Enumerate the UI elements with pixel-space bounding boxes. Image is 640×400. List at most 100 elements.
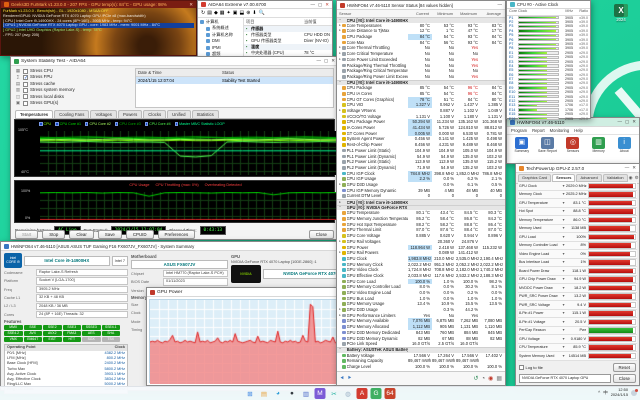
taskbar-icon[interactable]: G (371, 388, 382, 399)
sensor-status-window[interactable]: HWiNFO64 v7.46-5110 Sensor Status [84 va… (336, 0, 506, 386)
legend-entry[interactable]: CPU Core #4 (145, 121, 171, 127)
legend-checkbox[interactable] (175, 122, 179, 126)
log-row[interactable]: 2024/1/15 12:07:04 Stability Test Starte… (136, 77, 333, 84)
toolbar-icon[interactable]: ▣ (233, 10, 238, 16)
maximize-icon[interactable]: ▢ (625, 119, 629, 125)
col-item[interactable]: 项目 (246, 19, 304, 24)
gpuz-sensor-row[interactable]: Hot Spot ▼ 88.8 °C (518, 208, 637, 217)
gpuz-sensor-row[interactable]: Memory Used ▼ 1138 MB (518, 225, 637, 234)
gpuz-sensor-row[interactable]: GPU Clock ▼ 2029.0 MHz (518, 182, 637, 191)
gpuz-titlebar[interactable]: TechPowerUp GPU-Z 2.57.0 — ✕ (516, 164, 639, 173)
footer-nav-icon[interactable]: ⯈ (347, 373, 352, 385)
toolbar-icon[interactable]: ▦ (220, 10, 225, 16)
stress-checkbox[interactable] (23, 82, 28, 87)
graph-tab[interactable]: Unified (167, 110, 190, 118)
legend-checkbox[interactable] (55, 122, 59, 126)
reset-button[interactable]: Reset (613, 363, 636, 372)
toolbar-icon[interactable]: ↻ (201, 10, 205, 16)
gpuz-sensor-row[interactable]: Memory Temperature ▼ 86.0 °C (518, 216, 637, 225)
graph-tab[interactable]: Temperatures (15, 110, 53, 118)
toolbar-icon[interactable]: ⬇ (252, 10, 256, 16)
stress-option[interactable]: ▣ Stress GPU(s) (15, 100, 131, 106)
stress-checkbox[interactable] (23, 69, 28, 74)
menu-item[interactable]: Program (511, 127, 527, 134)
gpuz-sensor-row[interactable]: PWR_SRC Power Draw ▼ 13.2 W (518, 293, 637, 302)
stability-button[interactable]: CPUID (126, 230, 154, 239)
menu-item[interactable]: Report (532, 127, 545, 134)
core-clock-titlebar[interactable]: CPU #0 - Active Clock (507, 1, 590, 9)
gpuz-window[interactable]: TechPowerUp GPU-Z 2.57.0 — ✕ Graphics Ca… (515, 163, 640, 386)
taskbar-icon[interactable]: ◍ (343, 388, 354, 399)
gpuz-sensor-row[interactable]: PerfCap Reason ▼ Pwr (518, 327, 637, 336)
gpuz-sensor-row[interactable]: CPU Temperature ▼ 85.9 °C (518, 344, 637, 353)
stability-titlebar[interactable]: System Stability Test - AIDA64 — ▢ ✕ (11, 57, 338, 66)
sensor-row[interactable]: Current DTM Level 0 0 0 0 (337, 193, 505, 199)
sensors-titlebar[interactable]: HWiNFO64 v7.46-5110 Sensor Status [84 va… (337, 1, 505, 10)
stability-button[interactable]: Clear (69, 230, 94, 239)
taskbar-icon[interactable]: M (315, 388, 326, 399)
menu-item[interactable]: Help (574, 127, 583, 134)
menu-item[interactable]: Monitoring (550, 127, 570, 134)
stability-button[interactable]: Preferences (158, 230, 196, 239)
close-icon[interactable]: ✕ (331, 58, 335, 64)
gpuz-sensor-row[interactable]: GPU Load ▼ 100% (518, 233, 637, 242)
gpuz-sensor-row[interactable]: 8-Pin #1 Voltage ▼ 20.5 V (518, 318, 637, 327)
legend-checkbox[interactable] (39, 122, 43, 126)
close-button[interactable]: Close (613, 374, 636, 383)
gpuz-sensor-row[interactable]: Video Engine Load ▼ 0% (518, 250, 637, 259)
summary-titlebar[interactable]: HWiNFO64 v7.46-5110 [ASUS ASUS TUF Gamin… (1, 242, 375, 251)
footer-tool-icon[interactable]: ▦ (496, 373, 502, 385)
close-icon[interactable]: ✕ (325, 2, 329, 8)
graph-tab[interactable]: Voltages (90, 110, 117, 118)
minimize-icon[interactable]: — (310, 2, 315, 8)
stress-checkbox[interactable] (23, 94, 28, 99)
toolbar-button[interactable]: i About (613, 137, 635, 154)
toolbar-icon[interactable]: ⬓ (239, 10, 244, 16)
gpuz-sensor-row[interactable]: GPU Chip Power Draw ▼ 94.9 W (518, 276, 637, 285)
toolbar-icon[interactable]: ▤ (207, 10, 212, 16)
aida64-titlebar[interactable]: AIDA64 Extreme v7.00.6700 — ▢ ✕ (198, 1, 332, 9)
legend-entry[interactable]: CPU Core #1 (55, 121, 81, 127)
toolbar-icon[interactable]: ◆ (214, 10, 218, 16)
maximize-icon[interactable]: ▢ (324, 58, 328, 64)
col-minimum[interactable]: Minimum (431, 10, 455, 17)
gpuz-sensor-row[interactable]: MVDDC Power Draw ▼ 18.2 W (518, 284, 637, 293)
legend-checkbox[interactable] (145, 122, 149, 126)
stability-button[interactable]: Start (15, 230, 38, 239)
toolbar-button[interactable]: ◫ Save Report (537, 137, 559, 154)
graph-tab[interactable]: Statistics (192, 110, 219, 118)
gpuz-sensor-row[interactable]: Bus Interface Load ▼ 1% (518, 259, 637, 268)
toolbar-button[interactable]: ▣ Summary (511, 137, 533, 154)
legend-entry[interactable]: CPU Core #2 (85, 121, 111, 127)
footer-nav-icon[interactable]: ⯇ (340, 373, 345, 385)
toolbar-icon[interactable]: 🔍 (259, 10, 265, 16)
minimize-icon[interactable]: — (316, 58, 321, 64)
furmark-titlebar[interactable]: Geeks3D FurMark v1.23.0.0 - 207 FPS - GP… (1, 1, 196, 8)
maximize-icon[interactable]: ▢ (318, 2, 322, 8)
graph-tab[interactable]: Powers (118, 110, 142, 118)
footer-tool-icon[interactable]: ◔ (481, 373, 485, 385)
legend-entry[interactable]: Master MB/C Statistic LOOP (175, 121, 225, 127)
desktop-icon-excel[interactable]: X 2024 (606, 4, 636, 23)
taskbar-icon[interactable]: ● (287, 388, 298, 399)
log-col-time[interactable]: Date & Time (138, 69, 222, 76)
toolbar-icon[interactable]: ⊕ (246, 10, 250, 16)
legend-checkbox[interactable] (85, 122, 89, 126)
col-current[interactable]: Current (407, 10, 431, 17)
taskbar-icon[interactable]: ◕ (273, 388, 284, 399)
gpuz-sensor-row[interactable]: System Memory Used ▼ 14514 MB (518, 352, 637, 361)
minimize-icon[interactable]: — (617, 119, 622, 125)
clock[interactable]: 12:50 2024/1/15 (611, 388, 628, 397)
footer-tool-icon[interactable]: ↺ (473, 373, 478, 385)
legend-entry[interactable]: CPU (39, 121, 51, 127)
legend-checkbox[interactable] (115, 122, 119, 126)
graph-tab[interactable]: Cooling Fans (54, 110, 89, 118)
gpuz-sensor-row[interactable]: GPU Temperature ▼ 83.1 °C (518, 199, 637, 208)
minimize-icon[interactable]: — (625, 165, 630, 171)
sensor-row[interactable]: Package/Ring Power Limit Exceeded No No … (337, 74, 505, 80)
gpuz-sensor-row[interactable]: Memory Clock ▼ 2025.2 MHz (518, 191, 637, 200)
furmark-window[interactable]: Geeks3D FurMark v1.23.0.0 - 207 FPS - GP… (0, 0, 197, 56)
gpuz-tool-icon[interactable]: ⚙ (635, 175, 639, 181)
toolbar-button[interactable]: ▥ Memory (588, 137, 610, 154)
legend-entry[interactable]: CPU Core #3 (115, 121, 141, 127)
